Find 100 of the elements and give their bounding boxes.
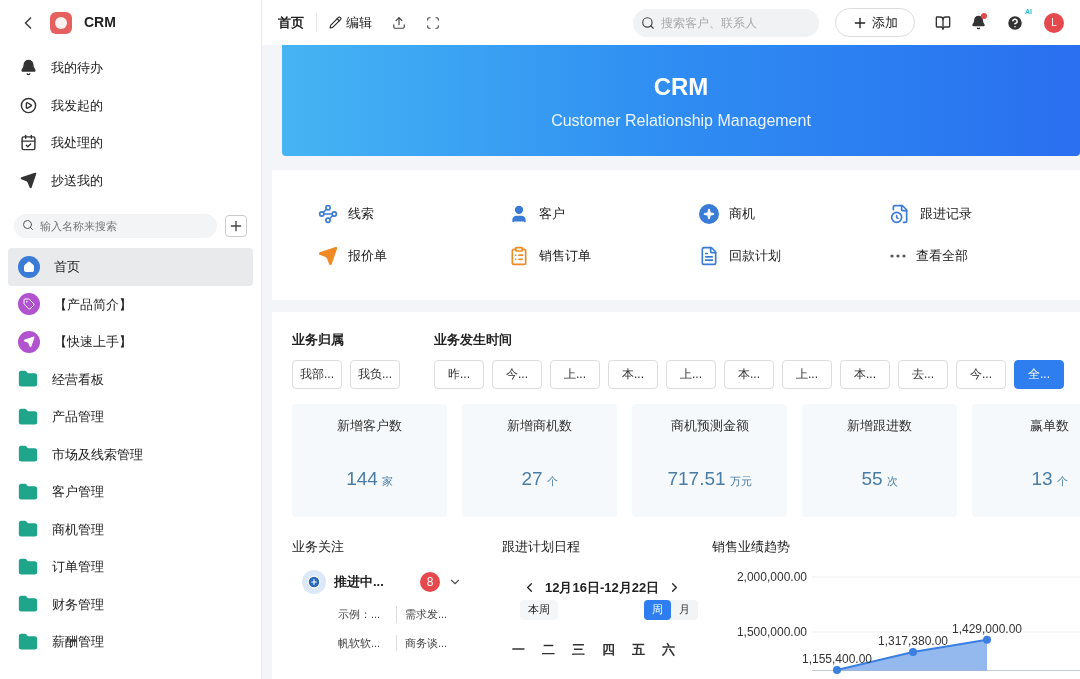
nav-item[interactable]: 我的待办 xyxy=(51,58,103,78)
app-name: CRM xyxy=(84,13,116,32)
stat-unit: 万元 xyxy=(729,474,752,489)
document-icon xyxy=(699,246,719,266)
page-title: 首页 xyxy=(278,12,317,33)
weekday-label: 四 xyxy=(602,640,616,659)
quick-link[interactable]: 客户 xyxy=(538,204,565,224)
folder-icon xyxy=(18,406,38,427)
app-logo-icon xyxy=(50,11,72,34)
help-icon[interactable] xyxy=(1006,13,1024,32)
filter-option[interactable]: 今... xyxy=(956,359,1006,389)
pencil-icon xyxy=(329,16,342,29)
quick-link[interactable]: 查看全部 xyxy=(915,246,968,266)
edit-button[interactable]: 编辑 xyxy=(329,12,372,33)
menu-item[interactable]: 【快速上手】 xyxy=(8,323,253,361)
menu-item[interactable]: 经营看板 xyxy=(8,360,253,398)
menu-item[interactable]: 首页 xyxy=(8,248,253,286)
filter-option[interactable]: 本... xyxy=(724,359,774,389)
folder-icon xyxy=(18,481,38,502)
filter-option[interactable]: 本... xyxy=(608,359,658,389)
date-range: 12月16日-12月22日 xyxy=(545,579,660,597)
stat-title: 商机预测金额 xyxy=(670,416,749,435)
tag-icon xyxy=(18,293,40,316)
section-title: 业务关注 xyxy=(292,537,345,556)
filter-option[interactable]: 上... xyxy=(666,359,716,389)
filter-option[interactable]: 上... xyxy=(550,359,600,389)
play-icon xyxy=(20,96,37,114)
section-title: 销售业绩趋势 xyxy=(712,537,791,556)
filter-option[interactable]: 去... xyxy=(898,359,948,389)
data-label: 1,317,380.00 xyxy=(877,634,949,649)
weekday-label: 三 xyxy=(572,640,586,659)
axis-label: 2,000,000.00 xyxy=(736,570,807,584)
nav-item[interactable]: 抄送我的 xyxy=(51,170,103,190)
quick-link[interactable]: 商机 xyxy=(729,204,755,224)
stat-title: 新增客户数 xyxy=(337,416,402,435)
notification-icon[interactable] xyxy=(971,15,986,30)
data-point xyxy=(833,665,841,674)
data-label: 1,429,000.00 xyxy=(951,621,1023,636)
more-icon xyxy=(889,254,906,258)
folder-icon xyxy=(18,519,38,540)
menu-item[interactable]: 市场及线索管理 xyxy=(8,435,253,473)
stat-value: 27 xyxy=(521,467,543,491)
stat-title: 赢单数 xyxy=(1030,416,1069,435)
filter-title: 业务归属 xyxy=(292,331,345,349)
table-cell-text: 示例：... xyxy=(338,607,382,622)
menu-item[interactable]: 财务管理 xyxy=(8,585,253,623)
book-icon[interactable] xyxy=(935,14,951,31)
search-field[interactable]: 搜索客户、联系人 xyxy=(633,8,819,37)
data-label: 1,155,400.00 xyxy=(801,651,873,666)
stat-value: 55 xyxy=(861,467,883,491)
sparkle-icon xyxy=(699,204,719,224)
quick-link[interactable]: 跟进记录 xyxy=(919,204,972,224)
add-button[interactable] xyxy=(225,214,247,237)
group-label[interactable]: 推进中... xyxy=(334,572,384,592)
table-cell: 商务谈... xyxy=(396,634,448,651)
view-tab[interactable]: 月 xyxy=(671,599,698,620)
filter-option[interactable]: 我部... xyxy=(292,359,342,389)
check-box-icon xyxy=(20,134,37,152)
filter-title: 业务发生时间 xyxy=(434,331,513,349)
folder-icon xyxy=(18,444,38,465)
quick-link[interactable]: 回款计划 xyxy=(729,246,781,266)
weekday-label: 一 xyxy=(512,640,526,659)
record-icon xyxy=(889,204,910,224)
filter-option[interactable]: 昨... xyxy=(434,359,484,389)
share-icon[interactable] xyxy=(392,15,406,30)
banner-title: CRM xyxy=(653,71,709,102)
filter-option[interactable]: 我负... xyxy=(350,359,400,389)
fullscreen-icon[interactable] xyxy=(426,15,440,30)
bell-icon xyxy=(20,59,37,77)
filter-option[interactable]: 今... xyxy=(492,359,542,389)
this-week-button[interactable]: 本周 xyxy=(520,599,558,620)
view-tab[interactable]: 周 xyxy=(644,599,671,620)
stat-unit: 家 xyxy=(381,474,393,489)
filter-option[interactable]: 上... xyxy=(782,359,832,389)
quick-link[interactable]: 线索 xyxy=(348,204,374,224)
nav-item[interactable]: 我发起的 xyxy=(51,95,103,115)
user-avatar[interactable]: L xyxy=(1044,12,1064,33)
menu-item[interactable]: 薪酬管理 xyxy=(8,623,253,661)
menu-item[interactable]: 商机管理 xyxy=(8,510,253,548)
search-icon xyxy=(22,219,34,231)
quick-link[interactable]: 销售订单 xyxy=(538,246,591,266)
data-point xyxy=(909,648,917,657)
filter-option[interactable]: 全... xyxy=(1014,359,1064,389)
folder-icon xyxy=(18,594,38,615)
folder-icon xyxy=(18,556,38,577)
menu-item[interactable]: 【产品简介】 xyxy=(8,285,253,323)
quick-link[interactable]: 报价单 xyxy=(348,246,387,266)
section-title: 跟进计划日程 xyxy=(502,537,581,556)
stat-unit: 个 xyxy=(546,474,558,489)
nav-item[interactable]: 我处理的 xyxy=(51,133,103,153)
folder-icon xyxy=(18,369,38,390)
menu-item[interactable]: 产品管理 xyxy=(8,398,253,436)
stat-unit: 个 xyxy=(1056,474,1068,489)
stat-value: 144 xyxy=(346,467,378,491)
search-field[interactable]: 输入名称来搜索 xyxy=(14,214,217,238)
menu-item[interactable]: 订单管理 xyxy=(8,548,253,586)
menu-item[interactable]: 客户管理 xyxy=(8,473,253,511)
table-cell: 需求发... xyxy=(396,606,448,623)
filter-option[interactable]: 本... xyxy=(840,359,890,389)
stat-title: 新增商机数 xyxy=(507,416,572,435)
